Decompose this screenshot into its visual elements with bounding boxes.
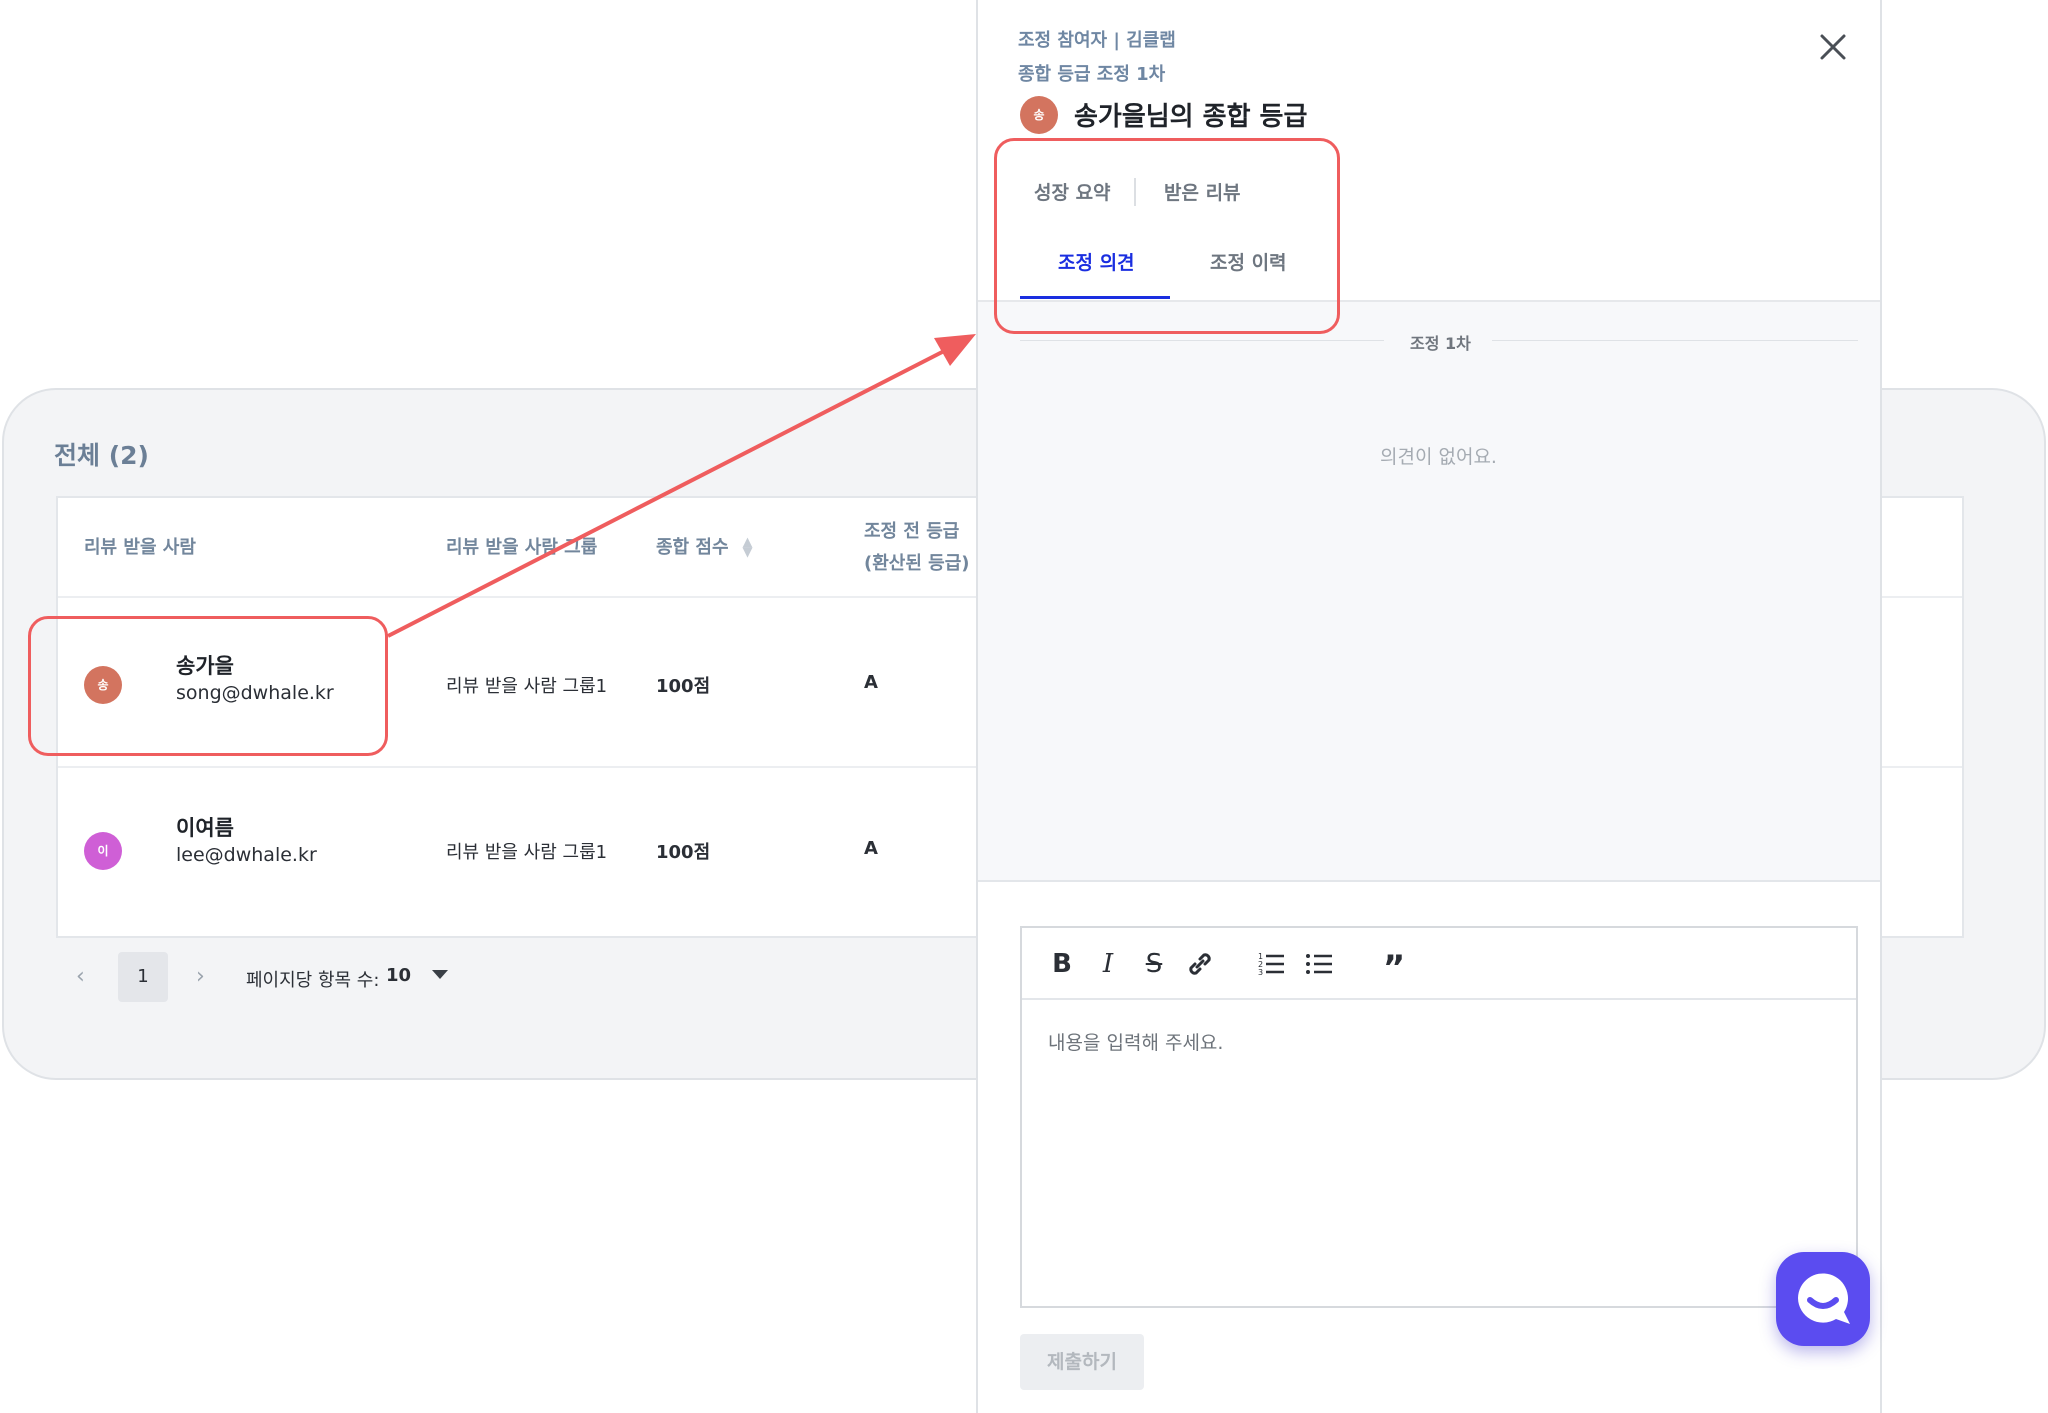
- grade: A: [864, 838, 878, 859]
- list-title: 전체 (2): [54, 441, 149, 470]
- close-icon[interactable]: [1818, 32, 1848, 62]
- column-reviewee-group: 리뷰 받을 사람 그룹: [446, 537, 598, 558]
- highlight-row-box: [28, 616, 388, 756]
- highlight-tabs-box: [994, 138, 1340, 334]
- editor-placeholder: 내용을 입력해 주세요.: [1048, 1032, 1224, 1054]
- chevron-right-icon[interactable]: ›: [196, 964, 205, 989]
- reviewee-group: 리뷰 받을 사람 그룹1: [446, 842, 608, 863]
- quote-icon[interactable]: ”: [1378, 948, 1410, 988]
- grade: A: [864, 672, 878, 693]
- divider: [1020, 340, 1384, 341]
- caret-down-icon[interactable]: [432, 970, 448, 979]
- column-total-score-label: 종합 점수: [656, 537, 729, 558]
- round-info: 종합 등급 조정 1차: [1018, 64, 1166, 85]
- empty-message: 의견이 없어요.: [1380, 446, 1497, 468]
- pagination: ‹ 1 › 페이지당 항목 수: 10: [70, 952, 470, 1004]
- round-label: 조정 1차: [1410, 334, 1471, 353]
- chat-icon: [1798, 1273, 1850, 1324]
- reviewee-name: 이여름: [176, 816, 234, 840]
- link-icon[interactable]: [1184, 948, 1216, 980]
- divider: [1492, 340, 1858, 341]
- total-score: 100점: [656, 842, 711, 863]
- bullet-list-icon[interactable]: [1304, 948, 1336, 980]
- column-reviewee: 리뷰 받을 사람: [84, 537, 196, 558]
- submit-button[interactable]: 제출하기: [1020, 1334, 1144, 1390]
- chevron-left-icon[interactable]: ‹: [76, 964, 85, 989]
- bold-icon[interactable]: B: [1046, 948, 1078, 980]
- column-total-score[interactable]: 종합 점수 ▲ ▼: [656, 532, 753, 564]
- ordered-list-icon[interactable]: 123: [1256, 948, 1288, 980]
- panel-title: 송가을님의 종합 등급: [1074, 102, 1308, 132]
- svg-text:3: 3: [1258, 968, 1263, 977]
- page-number[interactable]: 1: [118, 952, 168, 1002]
- avatar: 송: [1020, 96, 1058, 134]
- sort-icon[interactable]: ▲ ▼: [743, 536, 753, 559]
- participant-info: 조정 참여자 | 김클랩: [1018, 30, 1176, 51]
- avatar: 이: [84, 832, 122, 870]
- italic-icon[interactable]: I: [1092, 948, 1124, 980]
- reviewee-group: 리뷰 받을 사람 그룹1: [446, 676, 608, 697]
- column-grade-before: 조정 전 등급 (환산된 등급): [864, 521, 970, 574]
- opinion-editor[interactable]: B I S 123 ” 내용을 입력해 주세요.: [1020, 926, 1858, 1308]
- editor-toolbar: B I S 123 ”: [1022, 928, 1856, 1000]
- opinion-area: 조정 1차 의견이 없어요.: [978, 302, 1880, 882]
- per-page-select[interactable]: 10: [386, 965, 411, 986]
- chat-button[interactable]: [1776, 1252, 1870, 1346]
- strikethrough-icon[interactable]: S: [1138, 948, 1170, 980]
- reviewee-email: lee@dwhale.kr: [176, 844, 317, 866]
- per-page-label: 페이지당 항목 수:: [246, 970, 380, 991]
- total-score: 100점: [656, 676, 711, 697]
